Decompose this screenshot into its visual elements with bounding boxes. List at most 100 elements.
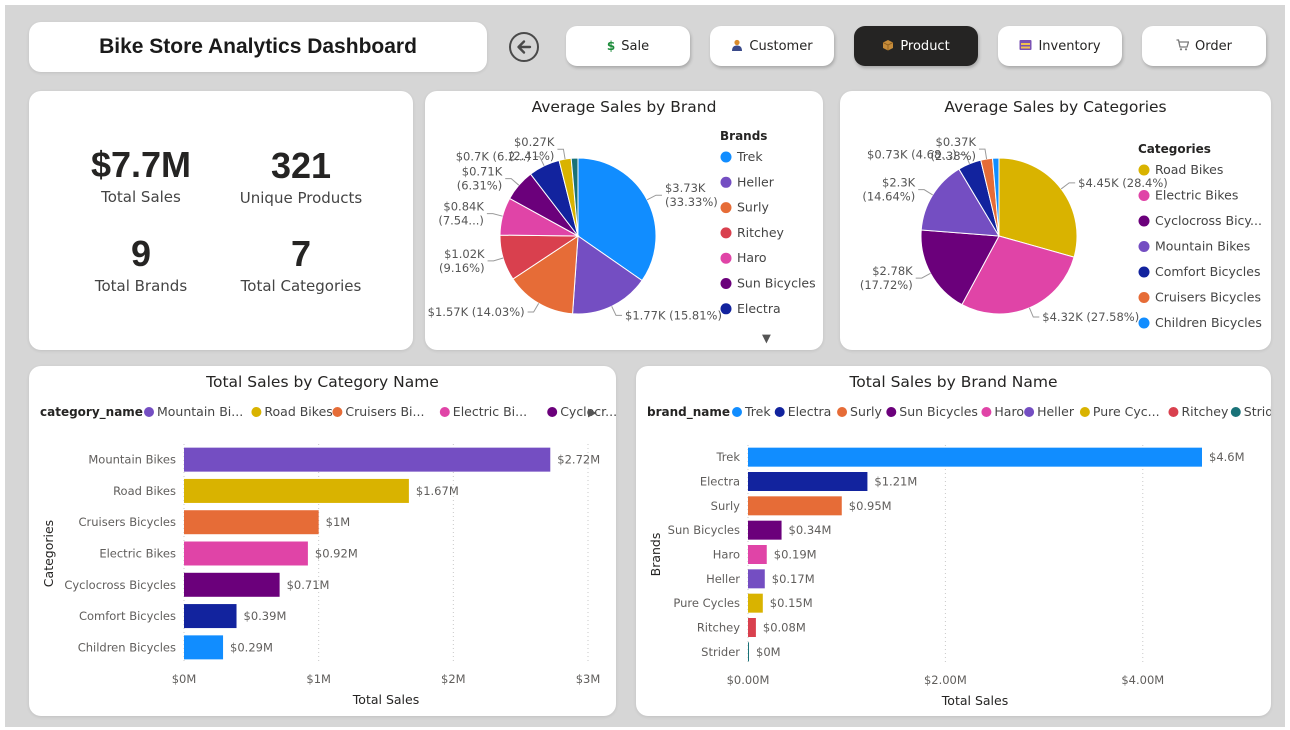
bar-haro[interactable]: [748, 545, 767, 564]
avg-sales-by-brand-pie[interactable]: $3.73K(33.33%) $1.77K (15.81%) $1.57K (14.…: [425, 91, 823, 350]
bar-value-label: $1.21M: [874, 475, 917, 489]
total-sales-by-brand-bar[interactable]: brand_name Trek Electra Surly Sun Bicycles Ha…: [636, 366, 1271, 716]
legend-item-ritchey[interactable]: Ritchey: [737, 225, 785, 240]
dollar-icon: $: [606, 39, 616, 53]
legend-swatch: [1138, 215, 1150, 227]
legend-swatch: [720, 303, 732, 315]
legend-more-right-icon[interactable]: ▶: [588, 405, 597, 419]
bar-electra[interactable]: [748, 472, 868, 491]
bar-surly[interactable]: [748, 496, 842, 516]
bar-children-bicycles[interactable]: [184, 635, 224, 660]
bar-comfort-bicycles[interactable]: [184, 604, 237, 629]
legend-item-ritchey[interactable]: Ritchey: [1181, 404, 1229, 419]
data-label: (2.41%): [509, 149, 555, 163]
nav-customer-button[interactable]: Customer: [710, 26, 834, 66]
legend-item-electric-bikes[interactable]: Electric Bikes: [1155, 188, 1238, 203]
legend-item-haro[interactable]: Haro: [737, 250, 767, 265]
legend-item-cruisers-bicycles[interactable]: Cruisers Bi...: [345, 404, 424, 419]
dashboard-canvas: Bike Store Analytics Dashboard $ Sale Cu…: [5, 5, 1285, 727]
legend-item-pure-cycles[interactable]: Pure Cyc...: [1093, 404, 1160, 419]
legend-item-road-bikes[interactable]: Road Bikes: [264, 404, 332, 419]
legend-item-haro[interactable]: Haro: [994, 404, 1024, 419]
y-tick-label: Cyclocross Bicycles: [64, 578, 176, 592]
nav-product-label: Product: [900, 38, 950, 54]
y-tick-label: Surly: [711, 499, 741, 513]
legend-item-trek[interactable]: Trek: [744, 404, 771, 419]
bar-road-bikes[interactable]: [184, 478, 409, 503]
legend-item-cruisers-bicycles[interactable]: Cruisers Bicycles: [1155, 290, 1261, 305]
bar-cruisers-bicycles[interactable]: [184, 510, 319, 535]
y-tick-label: Sun Bicycles: [668, 523, 740, 537]
y-tick-label: Haro: [713, 548, 740, 562]
nav-product-button[interactable]: Product: [854, 26, 978, 66]
x-axis-title: Total Sales: [941, 693, 1008, 708]
back-button[interactable]: [509, 32, 539, 62]
bar-value-label: $0.29M: [230, 640, 273, 654]
avg-sales-by-categories-pie[interactable]: $4.45K (28.4%)$4.32K (27.58%)$2.78K(17.7…: [840, 91, 1271, 350]
leader-line: [1060, 182, 1076, 190]
x-tick-label: $1M: [306, 672, 331, 686]
bar-ritchey[interactable]: [748, 618, 756, 637]
legend-swatch: [720, 151, 732, 163]
bar-strider[interactable]: [748, 642, 749, 662]
legend-title: brand_name: [647, 405, 730, 420]
legend-swatch: [1138, 164, 1150, 176]
y-tick-label: Cruisers Bicycles: [79, 515, 176, 529]
y-axis-title: Brands: [648, 533, 663, 577]
x-tick-label: $4.00M: [1121, 673, 1164, 687]
legend-item-heller[interactable]: Heller: [737, 174, 775, 189]
bar-electric-bikes[interactable]: [184, 541, 308, 566]
legend-item-sun-bicycles[interactable]: Sun Bicycles: [899, 404, 978, 419]
bar-value-label: $0.95M: [849, 499, 892, 513]
y-axis-title: Categories: [41, 520, 56, 587]
total-sales-by-category-bar[interactable]: category_name Mountain Bi... Road Bikes Cru…: [29, 366, 616, 716]
legend-item-sun-bicycles[interactable]: Sun Bicycles: [737, 276, 816, 291]
legend-item-comfort-bicycles[interactable]: Comfort Bicycles: [1155, 264, 1260, 279]
y-tick-label: Mountain Bikes: [88, 453, 176, 467]
y-tick-label: Electric Bikes: [99, 547, 176, 561]
y-tick-label: Electra: [700, 475, 740, 489]
legend-title: category_name: [40, 405, 143, 420]
leader-line: [527, 303, 540, 313]
legend-item-mountain-bikes[interactable]: Mountain Bi...: [157, 404, 243, 419]
kpi-value: $7.7M: [90, 144, 192, 185]
legend-swatch: [1168, 407, 1179, 417]
x-tick-label: $3M: [576, 672, 601, 686]
data-label: $1.77K (15.81%): [625, 308, 722, 322]
legend-item-trek[interactable]: Trek: [736, 149, 763, 164]
legend-item-road-bikes[interactable]: Road Bikes: [1155, 162, 1223, 177]
legend-item-electric-bikes[interactable]: Electric Bi...: [453, 404, 527, 419]
nav-order-button[interactable]: Order: [1142, 26, 1266, 66]
y-tick-label: Ritchey: [697, 621, 740, 635]
legend-item-strider[interactable]: Strider: [1244, 404, 1271, 419]
bar-trek[interactable]: [748, 447, 1202, 467]
kpi-total-categories: 7 Total Categories: [216, 233, 386, 295]
legend-item-children-bicycles[interactable]: Children Bicycles: [1155, 315, 1262, 330]
data-label: (2.38%): [930, 149, 976, 163]
data-label: $4.32K (27.58%): [1042, 310, 1139, 324]
legend-item-electra[interactable]: Electra: [788, 404, 832, 419]
leader-line: [486, 213, 503, 217]
nav-sale-label: Sale: [621, 38, 650, 54]
data-label: (6.31%): [457, 179, 503, 193]
legend-more-down-icon[interactable]: ▼: [762, 331, 771, 345]
bar-mountain-bikes[interactable]: [184, 447, 551, 472]
legend-item-surly[interactable]: Surly: [737, 200, 769, 215]
legend-item-mountain-bikes[interactable]: Mountain Bikes: [1155, 239, 1250, 254]
legend-item-cyclocross-bicycles[interactable]: Cyclocross Bicy...: [1155, 213, 1262, 228]
nav-sale-button[interactable]: $ Sale: [566, 26, 690, 66]
legend-swatch: [774, 407, 785, 417]
leader-line: [505, 178, 520, 186]
legend-swatch: [1138, 266, 1150, 278]
legend-item-heller[interactable]: Heller: [1037, 404, 1075, 419]
bar-cyclocross-bicycles[interactable]: [184, 572, 280, 597]
legend-item-electra[interactable]: Electra: [737, 301, 781, 316]
bar-sun-bicycles[interactable]: [748, 520, 782, 540]
legend-item-surly[interactable]: Surly: [850, 404, 882, 419]
bar-heller[interactable]: [748, 569, 765, 589]
bar-pure-cycles[interactable]: [748, 593, 763, 613]
nav-customer-label: Customer: [749, 38, 813, 54]
legend-swatch: [1138, 317, 1150, 329]
title-card: Bike Store Analytics Dashboard: [29, 22, 487, 72]
nav-inventory-button[interactable]: Inventory: [998, 26, 1122, 66]
